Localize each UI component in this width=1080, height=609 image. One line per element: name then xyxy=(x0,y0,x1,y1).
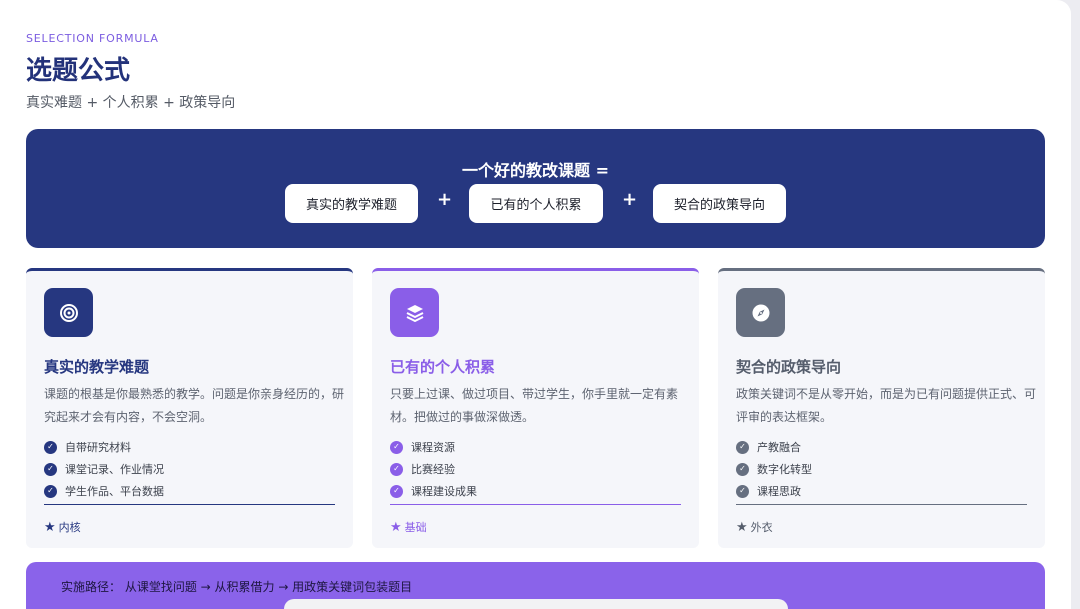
formula-item-policy: 契合的政策导向 xyxy=(653,184,786,223)
list-item-label: 课程资源 xyxy=(411,441,455,454)
formula-title: 一个好的教改课题 = xyxy=(462,161,609,180)
list-item: ✓ 课程建设成果 xyxy=(390,480,477,502)
star-icon: ★ xyxy=(44,519,56,535)
check-icon: ✓ xyxy=(390,462,403,476)
list-item-label: 比赛经验 xyxy=(411,463,455,476)
card-policy-orientation: 契合的政策导向 政策关键词不是从零开始，而是为已有问题提供正式、可评审的表达框架… xyxy=(718,268,1045,548)
card-description: 课题的根基是你最熟悉的教学。问题是你亲身经历的，研究起来才会有内容，不会空洞。 xyxy=(44,387,345,424)
card-description: 政策关键词不是从零开始，而是为已有问题提供正式、可评审的表达框架。 xyxy=(736,387,1037,424)
check-icon: ✓ xyxy=(44,462,57,476)
check-icon: ✓ xyxy=(736,484,749,498)
list-item-label: 数字化转型 xyxy=(757,463,812,476)
slide: SELECTION FORMULA 选题公式 真实难题 + 个人积累 + 政策导… xyxy=(0,0,1071,609)
star-icon: ★ xyxy=(390,519,402,535)
card-footer: ★ 内核 xyxy=(44,519,81,535)
check-icon: ✓ xyxy=(390,484,403,498)
list-item: ✓ 学生作品、平台数据 xyxy=(44,480,164,502)
layers-icon xyxy=(390,288,439,337)
card-title: 已有的个人积累 xyxy=(390,358,496,376)
list-item: ✓ 比赛经验 xyxy=(390,458,477,480)
divider xyxy=(736,504,1027,505)
card-teaching-problem: 真实的教学难题 课题的根基是你最熟悉的教学。问题是你亲身经历的，研究起来才会有内… xyxy=(26,268,353,548)
target-icon xyxy=(44,288,93,337)
card-list: ✓ 自带研究材料 ✓ 课堂记录、作业情况 ✓ 学生作品、平台数据 xyxy=(44,436,164,502)
plus-operator: + xyxy=(437,189,453,210)
page-subtitle: 真实难题 + 个人积累 + 政策导向 xyxy=(26,95,236,111)
list-item: ✓ 课堂记录、作业情况 xyxy=(44,458,164,480)
check-icon: ✓ xyxy=(390,440,403,454)
list-item: ✓ 课程资源 xyxy=(390,436,477,458)
implementation-path-text: 实施路径： 从课堂找问题 → 从积累借力 → 用政策关键词包装题目 xyxy=(61,580,413,594)
list-item: ✓ 数字化转型 xyxy=(736,458,812,480)
list-item-label: 自带研究材料 xyxy=(65,441,131,454)
eyebrow: SELECTION FORMULA xyxy=(26,32,159,45)
card-footer: ★ 外衣 xyxy=(736,519,773,535)
list-item-label: 产教融合 xyxy=(757,441,801,454)
page-title: 选题公式 xyxy=(26,56,131,86)
card-list: ✓ 课程资源 ✓ 比赛经验 ✓ 课程建设成果 xyxy=(390,436,477,502)
card-title: 真实的教学难题 xyxy=(44,358,150,376)
plus-operator: + xyxy=(622,189,638,210)
card-footer: ★ 基础 xyxy=(390,519,427,535)
card-personal-accumulation: 已有的个人积累 只要上过课、做过项目、带过学生，你手里就一定有素材。把做过的事做… xyxy=(372,268,699,548)
card-footer-label: 基础 xyxy=(404,521,427,534)
check-icon: ✓ xyxy=(736,440,749,454)
star-icon: ★ xyxy=(736,519,748,535)
bottom-toolbar[interactable] xyxy=(284,599,788,609)
formula-banner: 一个好的教改课题 = 真实的教学难题 + 已有的个人积累 + 契合的政策导向 xyxy=(26,129,1045,248)
compass-icon xyxy=(736,288,785,337)
check-icon: ✓ xyxy=(44,440,57,454)
list-item-label: 课程思政 xyxy=(757,485,801,498)
list-item: ✓ 自带研究材料 xyxy=(44,436,164,458)
list-item-label: 学生作品、平台数据 xyxy=(65,485,164,498)
card-description: 只要上过课、做过项目、带过学生，你手里就一定有素材。把做过的事做深做透。 xyxy=(390,387,679,424)
divider xyxy=(390,504,681,505)
card-list: ✓ 产教融合 ✓ 数字化转型 ✓ 课程思政 xyxy=(736,436,812,502)
list-item: ✓ 产教融合 xyxy=(736,436,812,458)
formula-item-accumulation: 已有的个人积累 xyxy=(469,184,603,223)
card-title: 契合的政策导向 xyxy=(736,358,842,376)
check-icon: ✓ xyxy=(44,484,57,498)
divider xyxy=(44,504,335,505)
card-footer-label: 外衣 xyxy=(750,521,773,534)
card-footer-label: 内核 xyxy=(58,521,81,534)
check-icon: ✓ xyxy=(736,462,749,476)
list-item: ✓ 课程思政 xyxy=(736,480,812,502)
list-item-label: 课程建设成果 xyxy=(411,485,477,498)
list-item-label: 课堂记录、作业情况 xyxy=(65,463,164,476)
formula-item-problem: 真实的教学难题 xyxy=(285,184,418,223)
